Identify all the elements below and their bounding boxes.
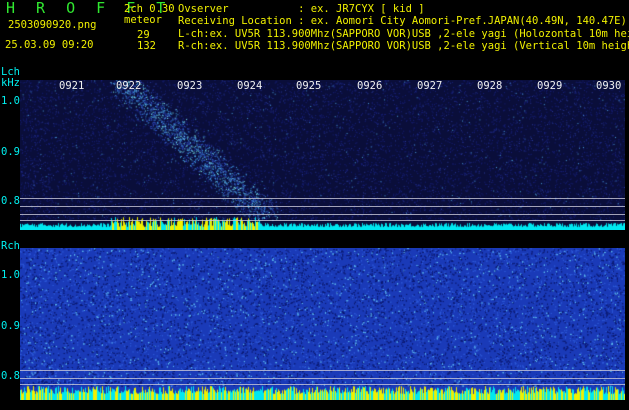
rch-ytick-0-8: 0.8 — [1, 370, 20, 382]
meteor-count-label: meteor — [124, 14, 162, 26]
khz-unit-label: kHz — [1, 77, 20, 89]
lch-ytick-1-0: 1.0 — [1, 95, 20, 107]
time-label-0928: 0928 — [477, 80, 503, 92]
rch-reference-line — [20, 378, 625, 379]
timestamp-label: 25.03.09 09:20 — [5, 39, 94, 51]
time-label-0923: 0923 — [177, 80, 203, 92]
lch-reference-line — [20, 206, 625, 207]
meteor-count-lch: 29 — [137, 29, 150, 41]
rch-receiver-info: R-ch:ex. UV5R 113.900Mhz(SAPPORO VOR)USB… — [178, 40, 629, 52]
time-label-0925: 0925 — [296, 80, 322, 92]
rch-ytick-0-9: 0.9 — [1, 320, 20, 332]
lch-reference-line — [20, 214, 625, 215]
observer-info: Ovserver : ex. JR7CYX [ kid ] — [178, 3, 425, 15]
lch-receiver-info: L-ch:ex. UV5R 113.900Mhz(SAPPORO VOR)USB… — [178, 28, 629, 40]
lch-reference-line — [20, 220, 625, 221]
rch-waterfall — [20, 248, 625, 400]
lch-ytick-0-8: 0.8 — [1, 195, 20, 207]
time-label-0922: 0922 — [116, 80, 142, 92]
time-label-0926: 0926 — [357, 80, 383, 92]
version-label: 2ch 0.30 — [124, 3, 175, 15]
time-label-0921: 0921 — [59, 80, 85, 92]
lch-reference-line — [20, 198, 625, 199]
lch-ytick-0-9: 0.9 — [1, 146, 20, 158]
time-label-0929: 0929 — [537, 80, 563, 92]
location-info: Receiving Location : ex. Aomori City Aom… — [178, 15, 627, 27]
time-label-0927: 0927 — [417, 80, 443, 92]
lch-waterfall — [20, 80, 625, 230]
time-label-0924: 0924 — [237, 80, 263, 92]
meteor-count-rch: 132 — [137, 40, 156, 52]
lch-channel-label: Lch — [1, 66, 20, 78]
rch-ytick-1-0: 1.0 — [1, 269, 20, 281]
filename-label: 2503090920.png — [8, 19, 97, 31]
rch-reference-line — [20, 370, 625, 371]
rch-reference-line — [20, 384, 625, 385]
time-label-0930: 0930 — [596, 80, 622, 92]
rch-channel-label: Rch — [1, 240, 20, 252]
